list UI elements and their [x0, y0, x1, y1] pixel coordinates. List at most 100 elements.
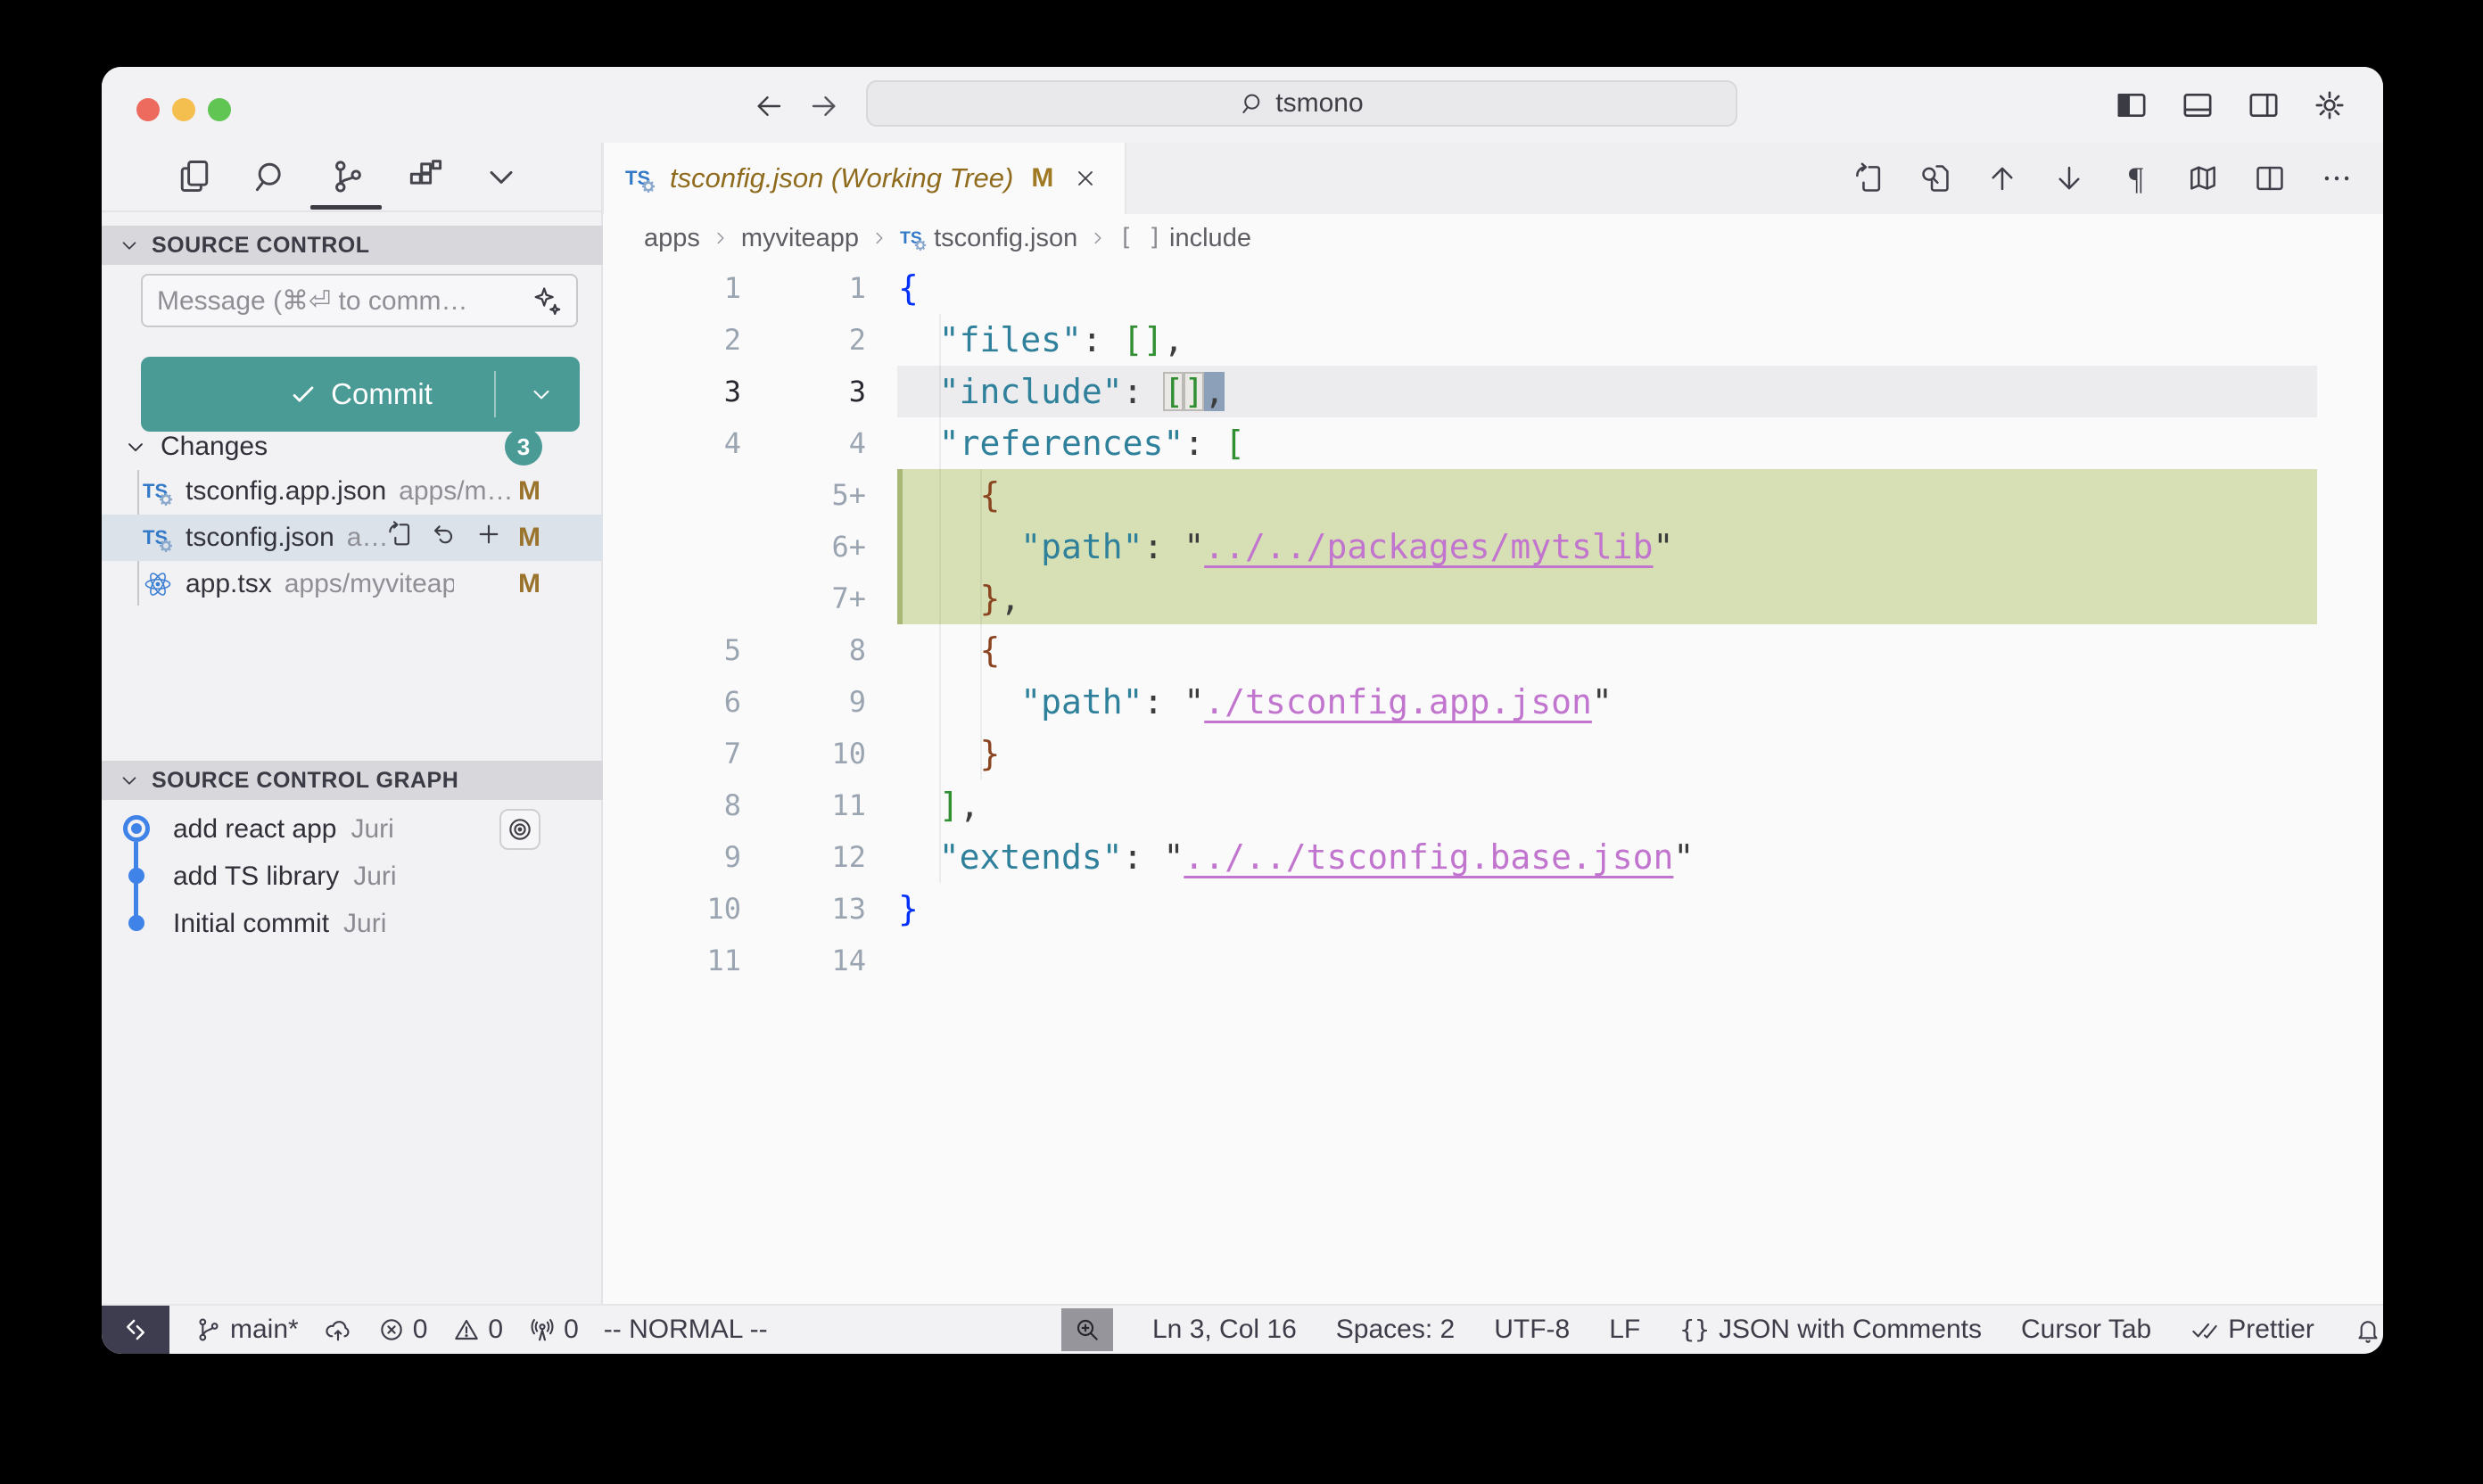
check-icon [288, 379, 318, 409]
code-line-9[interactable]: 69 "path": "./tsconfig.app.json" [603, 676, 2383, 728]
activity-item-search[interactable] [250, 155, 293, 198]
bell-status[interactable] [2354, 1315, 2382, 1344]
history-back-button[interactable] [753, 90, 785, 122]
tab-modified-badge: M [1031, 163, 1053, 194]
statusbar-json-with-comments[interactable]: {}JSON with Comments [1679, 1315, 1982, 1345]
changed-file-row-app.tsx[interactable]: app.tsxapps/myviteapp/sr…M [102, 561, 603, 607]
activity-item-files[interactable] [173, 155, 216, 198]
commit-message-input[interactable]: Message (⌘⏎ to comm… [141, 274, 578, 327]
commit-row-2[interactable]: add TS libraryJuri [102, 853, 603, 900]
bell-icon [2354, 1315, 2382, 1344]
head-commit-dot [123, 815, 150, 842]
source-control-graph-header[interactable]: SOURCE CONTROL GRAPH [102, 761, 603, 800]
command-center-search[interactable]: tsmono [866, 80, 1737, 127]
close-icon[interactable] [1073, 166, 1098, 191]
cloud-upload-status[interactable] [324, 1315, 352, 1344]
changes-section-header[interactable]: Changes 3 [102, 425, 603, 468]
line-number-modified: 13 [741, 883, 866, 935]
status-label: Spaces: 2 [1336, 1315, 1455, 1345]
statusbar-cursor-tab[interactable]: Cursor Tab [2021, 1315, 2151, 1345]
history-forward-button[interactable] [808, 90, 840, 122]
remote-indicator[interactable] [102, 1306, 169, 1354]
minimize-window-button[interactable] [172, 98, 195, 121]
breadcrumb-item-myviteapp[interactable]: myviteapp [741, 224, 859, 253]
code-line-4[interactable]: 44 "references": [ [603, 417, 2383, 469]
file-search-button[interactable] [1914, 157, 1957, 200]
code-line-13[interactable]: 1013} [603, 883, 2383, 935]
go-to-file-button[interactable] [385, 520, 414, 556]
toggle-primary-sidebar-button[interactable] [2110, 84, 2153, 127]
code-line-11[interactable]: 811 ], [603, 779, 2383, 831]
code-token: "path" [1020, 527, 1143, 566]
statusbar--normal-[interactable]: -- NORMAL -- [604, 1315, 768, 1345]
map-button[interactable] [2182, 157, 2224, 200]
more-ellipsis-button[interactable] [2315, 157, 2358, 200]
settings-gear-button[interactable] [2308, 84, 2351, 127]
commit-button-divider [494, 371, 496, 417]
pilcrow-button[interactable]: ¶ [2115, 157, 2157, 200]
statusbar-0[interactable]: 0 [377, 1315, 428, 1345]
file-path: a… [347, 523, 389, 553]
activity-item-source-control[interactable] [326, 155, 369, 198]
sparkle-icon[interactable] [532, 285, 562, 316]
breadcrumb-item-tsconfig.json[interactable]: TStsconfig.json [900, 224, 1077, 253]
code-line-5[interactable]: 5+ { [603, 469, 2383, 521]
code-line-3[interactable]: 33 "include": [], [603, 366, 2383, 417]
code-text: "extends": "../../tsconfig.base.json" [898, 831, 1694, 883]
statusbar-utf-8[interactable]: UTF-8 [1494, 1315, 1570, 1345]
file-name: app.tsx [186, 569, 272, 599]
code-line-14[interactable]: 1114 [603, 935, 2383, 986]
chevron-down-icon[interactable] [528, 381, 555, 408]
commit-dot [128, 915, 144, 931]
close-window-button[interactable] [136, 98, 160, 121]
toggle-secondary-sidebar-button[interactable] [2242, 84, 2285, 127]
zoom-indicator[interactable] [1061, 1308, 1113, 1351]
code-token: " [1654, 527, 1674, 566]
commit-dot [128, 868, 144, 884]
code-line-7[interactable]: 7+ }, [603, 573, 2383, 624]
code-line-10[interactable]: 710 } [603, 728, 2383, 779]
active-view-underline [310, 205, 382, 210]
go-to-file-button[interactable] [1847, 157, 1890, 200]
commit-row-3[interactable]: Initial commitJuri [102, 900, 603, 947]
code-line-1[interactable]: 11{ [603, 262, 2383, 314]
statusbar-lf[interactable]: LF [1609, 1315, 1640, 1345]
breadcrumb-item-apps[interactable]: apps [644, 224, 700, 253]
activity-bar [173, 143, 523, 210]
tab-tsconfig-working-tree[interactable]: TS tsconfig.json (Working Tree) M [602, 143, 1126, 214]
code-line-12[interactable]: 912 "extends": "../../tsconfig.base.json… [603, 831, 2383, 883]
ts-icon: TS [143, 476, 173, 507]
breadcrumb-item-include[interactable]: [ ]include [1118, 224, 1251, 253]
status-label: 0 [413, 1315, 428, 1345]
file-name: tsconfig.app.json [186, 476, 386, 507]
statusbar-0[interactable]: 0 [528, 1315, 579, 1345]
code-line-6[interactable]: 6+ "path": "../../packages/mytslib" [603, 521, 2383, 573]
line-number-original: 2 [603, 314, 741, 366]
target-button[interactable] [499, 809, 540, 850]
toggle-panel-button[interactable] [2176, 84, 2219, 127]
statusbar-prettier[interactable]: Prettier [2190, 1315, 2314, 1345]
arrow-up-button[interactable] [1981, 157, 2024, 200]
changed-file-row-tsconfig.json[interactable]: TStsconfig.jsona…M [102, 515, 603, 561]
statusbar-main-[interactable]: main* [194, 1315, 299, 1345]
commit-button[interactable]: Commit [141, 357, 580, 432]
code-text: "files": [], [898, 314, 1184, 366]
stage-plus-button[interactable] [474, 520, 503, 556]
activity-item-extensions[interactable] [403, 155, 446, 198]
split-editor-button[interactable] [2248, 157, 2291, 200]
code-text: "include": [], [898, 366, 1225, 417]
statusbar-0[interactable]: 0 [452, 1315, 503, 1345]
code-line-2[interactable]: 22 "files": [], [603, 314, 2383, 366]
activity-item-chevron-down[interactable] [480, 155, 523, 198]
statusbar-spaces-2[interactable]: Spaces: 2 [1336, 1315, 1455, 1345]
file-path: apps/myviteapp/sr… [285, 569, 454, 599]
arrow-down-button[interactable] [2048, 157, 2091, 200]
zoom-window-button[interactable] [208, 98, 231, 121]
statusbar-ln-3-col-16[interactable]: Ln 3, Col 16 [1152, 1315, 1297, 1345]
code-line-8[interactable]: 58 { [603, 624, 2383, 676]
commit-row-1[interactable]: add react appJuri [102, 805, 603, 853]
code-token: : [1082, 320, 1123, 359]
changed-file-row-tsconfig.app.json[interactable]: TStsconfig.app.jsonapps/m…M [102, 468, 603, 515]
discard-button[interactable] [430, 520, 458, 556]
source-control-section-header[interactable]: SOURCE CONTROL [102, 226, 603, 265]
